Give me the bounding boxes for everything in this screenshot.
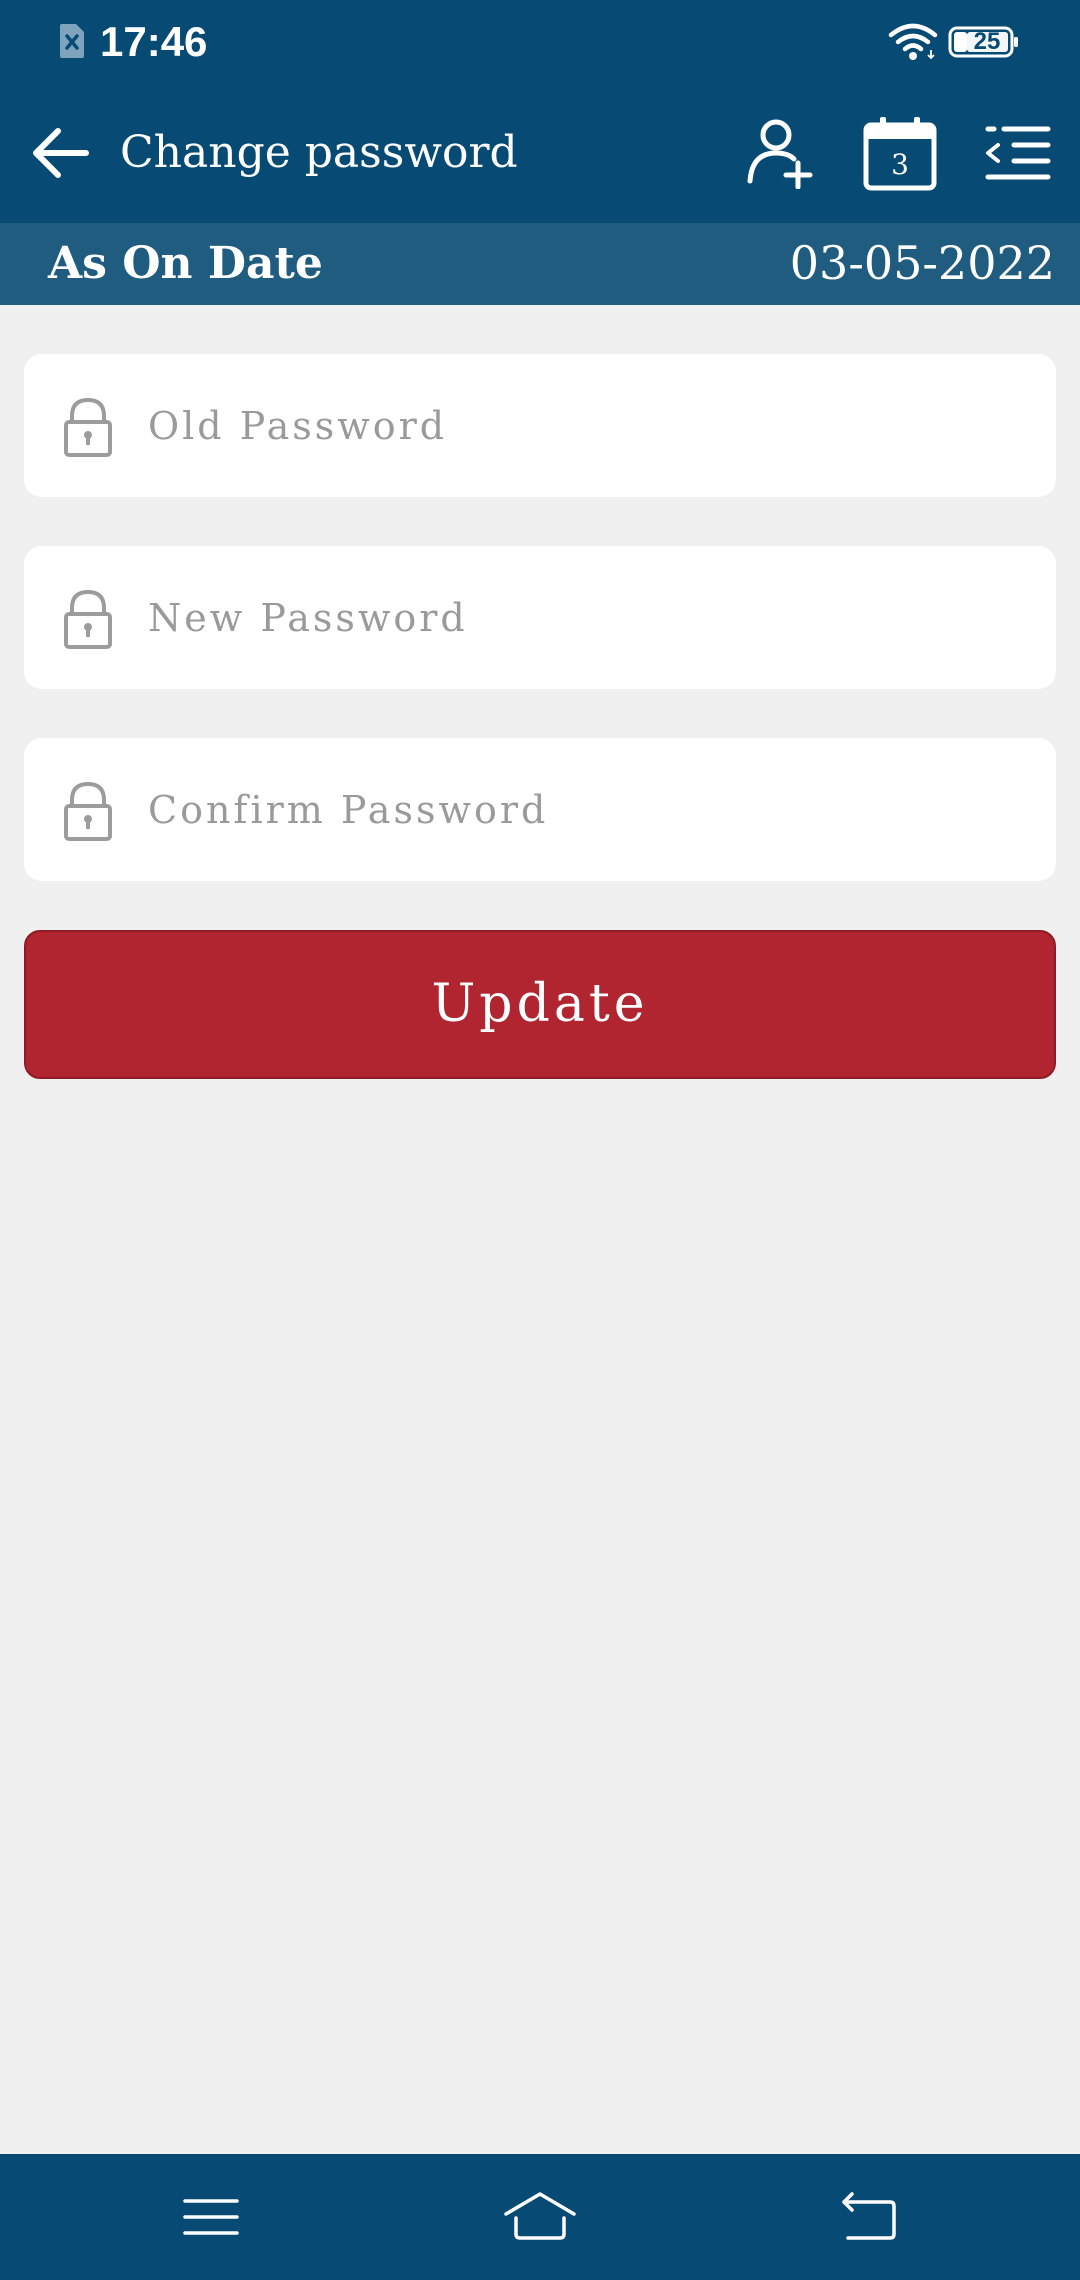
as-on-date-bar: As On Date 03-05-2022 — [0, 223, 1080, 305]
new-password-input[interactable] — [148, 582, 1008, 654]
lock-icon — [64, 397, 112, 457]
system-nav-bar — [0, 2154, 1080, 2280]
page-title: Change password — [120, 127, 518, 178]
status-bar: 17:46 25 — [0, 0, 1080, 85]
confirm-password-field[interactable] — [24, 738, 1056, 881]
old-password-input[interactable] — [148, 390, 1008, 462]
calendar-day: 3 — [891, 148, 909, 181]
back-icon[interactable] — [828, 2184, 908, 2250]
wifi-icon — [888, 23, 938, 60]
update-button[interactable]: Update — [24, 930, 1056, 1079]
home-icon[interactable] — [500, 2184, 580, 2250]
as-on-date-value[interactable]: 03-05-2022 — [790, 234, 1055, 292]
new-password-field[interactable] — [24, 546, 1056, 689]
battery-level: 25 — [973, 28, 1001, 55]
confirm-password-input[interactable] — [148, 774, 1008, 846]
old-password-field[interactable] — [24, 354, 1056, 497]
menu-collapse-icon[interactable] — [984, 123, 1052, 183]
add-user-icon[interactable] — [746, 117, 816, 189]
app-bar: Change password 3 — [0, 85, 1080, 223]
lock-icon — [64, 781, 112, 841]
sim-error-icon — [60, 24, 84, 58]
recents-icon[interactable] — [171, 2184, 251, 2250]
lock-icon — [64, 589, 112, 649]
as-on-date-label: As On Date — [48, 238, 323, 289]
status-time: 17:46 — [100, 18, 208, 65]
back-arrow-icon[interactable] — [28, 125, 92, 181]
